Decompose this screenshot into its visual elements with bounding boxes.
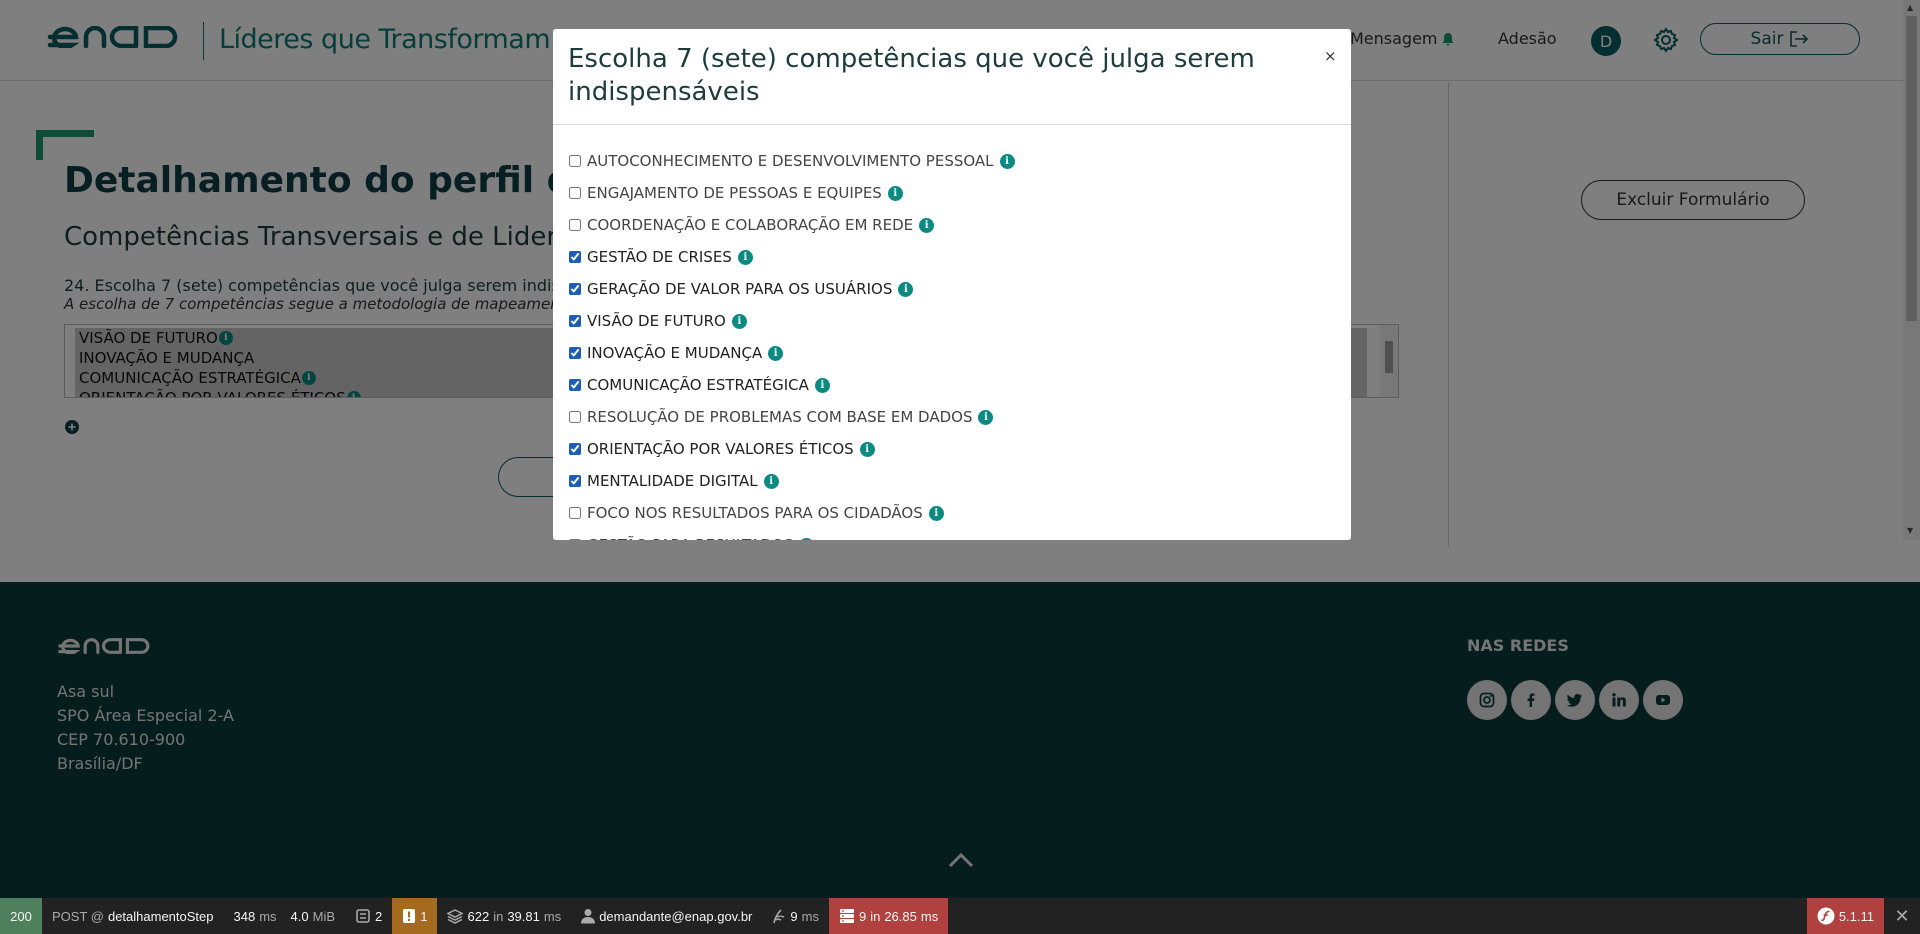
request-method: POST @	[52, 908, 104, 924]
twig-info[interactable]: 9 ms	[762, 898, 829, 934]
forms-count: 2	[375, 908, 383, 924]
cache-unit: ms	[543, 908, 562, 924]
cache-count: 622	[467, 908, 490, 924]
info-icon[interactable]: i	[978, 409, 994, 425]
competency-checkbox[interactable]	[569, 219, 581, 231]
competency-option[interactable]: INOVAÇÃO E MUDANÇA i	[569, 337, 1339, 369]
time-info[interactable]: 348 ms 4.0 MiB	[224, 898, 346, 934]
competency-checkbox[interactable]	[569, 379, 581, 391]
competency-label: VISÃO DE FUTURO	[587, 312, 726, 330]
twig-unit: ms	[801, 908, 819, 924]
competency-option[interactable]: ORIENTAÇÃO POR VALORES ÉTICOS i	[569, 433, 1339, 465]
competency-label: GESTÃO PARA RESULTADOS	[587, 536, 793, 540]
twig-time: 9	[790, 908, 798, 924]
db-unit: ms	[920, 908, 939, 924]
modal-divider	[553, 124, 1351, 125]
version-number: 5.1.11	[1838, 908, 1874, 924]
modal-close-button[interactable]: ×	[1324, 47, 1337, 65]
twig-icon	[773, 909, 785, 924]
symfony-logo-icon	[1817, 907, 1835, 925]
warnings-count: 1	[420, 908, 428, 924]
competency-option[interactable]: RESOLUÇÃO DE PROBLEMAS COM BASE EM DADOS…	[569, 401, 1339, 433]
request-info[interactable]: POST @ detalhamentoStep	[42, 898, 224, 934]
cache-in: in	[493, 908, 504, 924]
warnings-info[interactable]: 1	[392, 898, 438, 934]
competency-option[interactable]: COORDENAÇÃO E COLABORAÇÃO EM REDE i	[569, 209, 1339, 241]
competency-checkbox[interactable]	[569, 155, 581, 167]
info-icon[interactable]: i	[887, 185, 903, 201]
competency-label: RESOLUÇÃO DE PROBLEMAS COM BASE EM DADOS	[587, 408, 973, 426]
info-icon[interactable]: i	[737, 249, 753, 265]
forms-info[interactable]: 2	[345, 898, 392, 934]
competency-checkbox[interactable]	[569, 443, 581, 455]
competency-label: COMUNICAÇÃO ESTRATÉGICA	[587, 376, 809, 394]
competency-checkbox[interactable]	[569, 475, 581, 487]
competency-checkbox[interactable]	[569, 411, 581, 423]
competency-checkbox[interactable]	[569, 507, 581, 519]
info-icon[interactable]: i	[928, 505, 944, 521]
competency-label: ENGAJAMENTO DE PESSOAS E EQUIPES	[587, 184, 882, 202]
competency-checkbox[interactable]	[569, 315, 581, 327]
competency-label: MENTALIDADE DIGITAL	[587, 472, 758, 490]
info-icon[interactable]: i	[814, 377, 830, 393]
db-queries: 9	[858, 908, 867, 924]
warning-icon	[403, 909, 416, 923]
competency-checkbox[interactable]	[569, 251, 581, 263]
user-info[interactable]: demandante@enap.gov.br	[571, 898, 762, 934]
info-icon[interactable]: i	[768, 345, 784, 361]
layers-icon	[447, 909, 464, 924]
db-time: 26.85	[884, 908, 917, 924]
competency-option[interactable]: GESTÃO DE CRISES i	[569, 241, 1339, 273]
route-name: detalhamentoStep	[107, 908, 214, 924]
competency-option[interactable]: FOCO NOS RESULTADOS PARA OS CIDADÃOS i	[569, 497, 1339, 529]
competency-option[interactable]: VISÃO DE FUTURO i	[569, 305, 1339, 337]
symfony-version[interactable]: 5.1.11	[1806, 898, 1884, 934]
cache-time: 39.81	[507, 908, 540, 924]
competency-option[interactable]: AUTOCONHECIMENTO E DESENVOLVIMENTO PESSO…	[569, 145, 1339, 177]
competency-label: COORDENAÇÃO E COLABORAÇÃO EM REDE	[587, 216, 914, 234]
memory-value: 4.0	[290, 908, 309, 924]
cache-info[interactable]: 622 in 39.81 ms	[437, 898, 571, 934]
competency-checkbox[interactable]	[569, 347, 581, 359]
competency-label: INOVAÇÃO E MUDANÇA	[587, 344, 763, 362]
info-icon[interactable]: i	[731, 313, 747, 329]
competency-label: GESTÃO DE CRISES	[587, 248, 732, 266]
info-icon[interactable]: i	[859, 441, 875, 457]
info-icon[interactable]: i	[919, 217, 935, 233]
user-email: demandante@enap.gov.br	[599, 908, 753, 924]
info-icon[interactable]: i	[898, 281, 914, 297]
competencies-modal: Escolha 7 (sete) competências que você j…	[553, 29, 1351, 540]
info-icon[interactable]: i	[799, 537, 815, 540]
competency-checkbox[interactable]	[569, 539, 581, 540]
db-in: in	[870, 908, 881, 924]
competency-options-list: AUTOCONHECIMENTO E DESENVOLVIMENTO PESSO…	[569, 145, 1339, 540]
competency-option[interactable]: COMUNICAÇÃO ESTRATÉGICA i	[569, 369, 1339, 401]
modal-title: Escolha 7 (sete) competências que você j…	[568, 44, 1255, 107]
competency-label: FOCO NOS RESULTADOS PARA OS CIDADÃOS	[587, 504, 923, 522]
info-icon[interactable]: i	[999, 153, 1015, 169]
competency-option[interactable]: GESTÃO PARA RESULTADOS i	[569, 529, 1339, 540]
database-info[interactable]: 9 in 26.85 ms	[828, 898, 949, 934]
competency-option[interactable]: MENTALIDADE DIGITAL i	[569, 465, 1339, 497]
competency-option[interactable]: GERAÇÃO DE VALOR PARA OS USUÁRIOS i	[569, 273, 1339, 305]
database-icon	[839, 909, 854, 923]
status-code-badge[interactable]: 200	[0, 898, 42, 934]
info-icon[interactable]: i	[763, 473, 779, 489]
competency-label: GERAÇÃO DE VALOR PARA OS USUÁRIOS	[587, 280, 893, 298]
time-value: 348	[233, 908, 256, 924]
memory-unit: MiB	[312, 908, 336, 924]
symfony-debug-toolbar: 200 POST @ detalhamentoStep 348 ms 4.0 M…	[0, 898, 1920, 934]
user-icon	[581, 909, 596, 924]
competency-label: ORIENTAÇÃO POR VALORES ÉTICOS	[587, 440, 854, 458]
competency-checkbox[interactable]	[569, 283, 581, 295]
time-unit: ms	[259, 908, 277, 924]
form-icon	[356, 909, 370, 923]
toolbar-close-icon[interactable]: ✕	[1884, 898, 1920, 934]
competency-option[interactable]: ENGAJAMENTO DE PESSOAS E EQUIPES i	[569, 177, 1339, 209]
competency-label: AUTOCONHECIMENTO E DESENVOLVIMENTO PESSO…	[587, 152, 994, 170]
competency-checkbox[interactable]	[569, 187, 581, 199]
